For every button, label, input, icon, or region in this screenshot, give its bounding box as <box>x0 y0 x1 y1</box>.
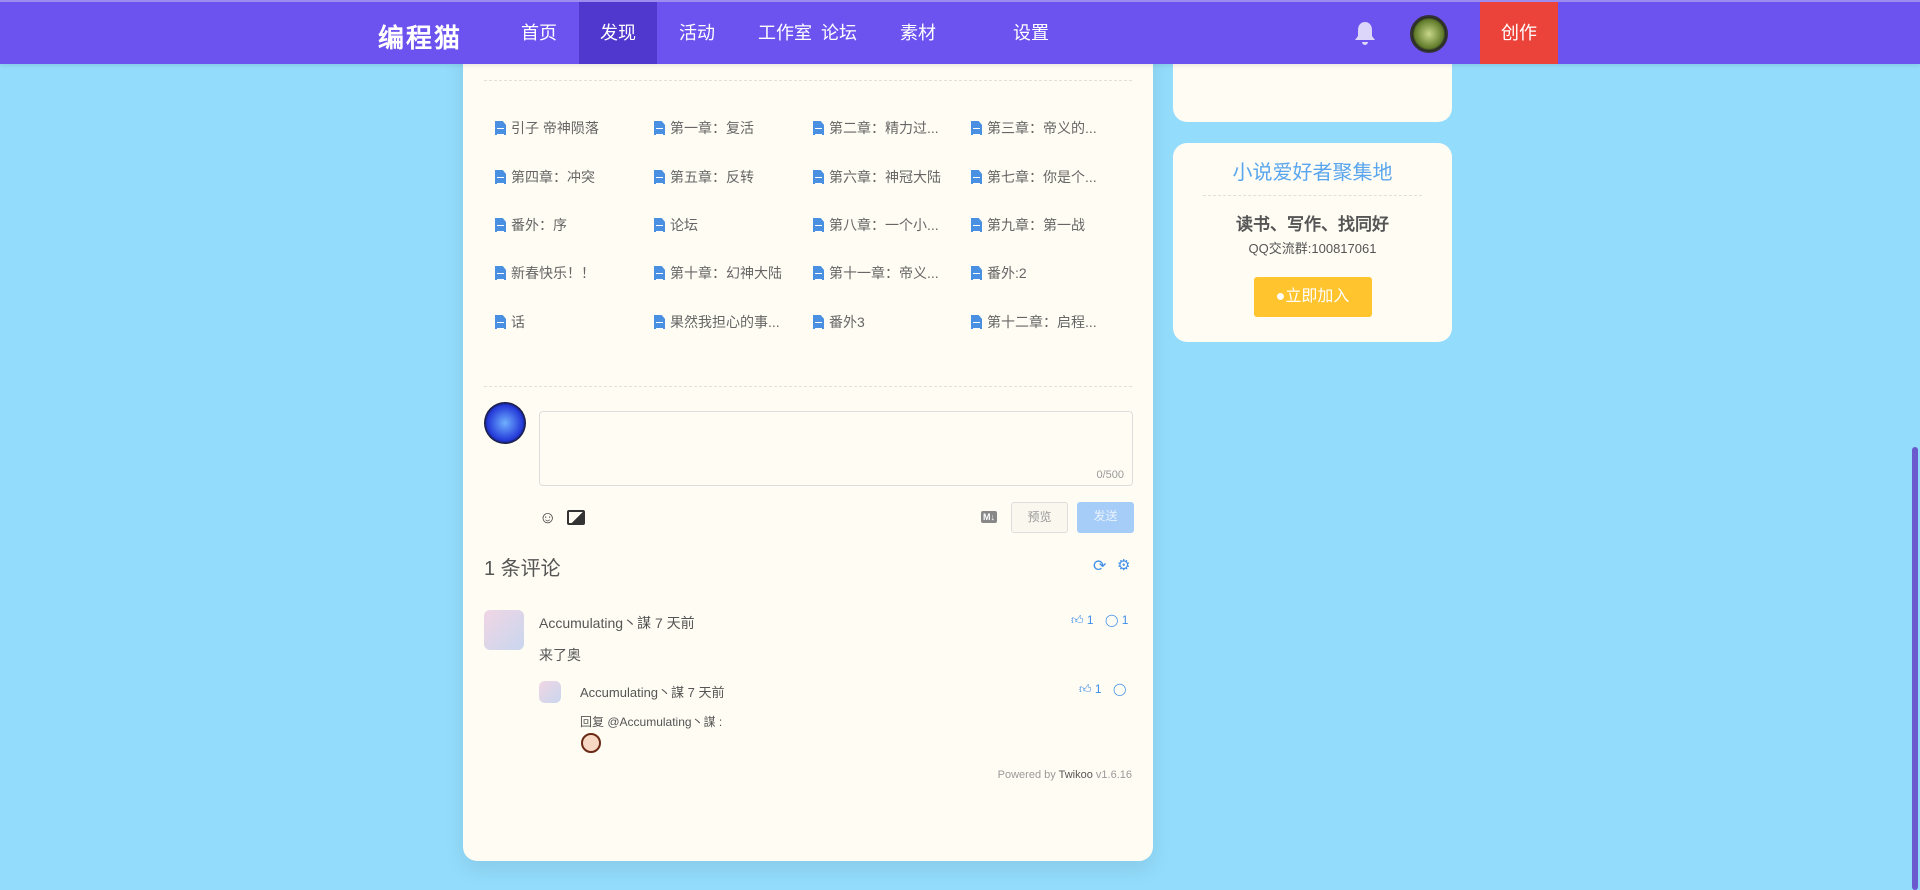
chapter-link[interactable]: 果然我担心的事... <box>654 312 780 332</box>
thumbs-up-icon: 👍︎ <box>1079 682 1092 696</box>
document-icon <box>971 266 982 280</box>
char-counter: 0/500 <box>1096 469 1124 481</box>
chapter-link[interactable]: 番外3 <box>813 312 865 332</box>
chapter-link[interactable]: 新春快乐！！ <box>495 263 595 283</box>
chapter-link[interactable]: 第三章：帝义的... <box>971 118 1097 138</box>
reply-author[interactable]: Accumulating丶謀 <box>580 685 684 700</box>
comment-input[interactable]: 0/500 <box>539 411 1133 486</box>
document-icon <box>654 218 665 232</box>
join-button[interactable]: ●立即加入 <box>1253 277 1372 317</box>
chapter-link[interactable]: 引子 帝神陨落 <box>495 118 599 138</box>
reply-like-button[interactable]: 👍︎ 1 <box>1079 682 1102 697</box>
chapter-link[interactable]: 第八章：一个小... <box>813 215 939 235</box>
user-avatar[interactable] <box>1410 15 1448 53</box>
twikoo-link[interactable]: Twikoo <box>1059 769 1093 781</box>
document-icon <box>654 315 665 329</box>
chat-bubble-icon[interactable]: ◯ <box>1113 682 1126 696</box>
bell-icon[interactable] <box>1354 20 1376 46</box>
emoji-sticker-icon <box>581 733 601 753</box>
commenter-avatar[interactable] <box>484 610 524 650</box>
powered-by: Powered by Twikoo v1.6.16 <box>997 769 1132 781</box>
chapter-link[interactable]: 第六章：神冠大陆 <box>813 167 941 187</box>
comment-count: 1 条评论 <box>484 558 561 580</box>
comment-time: 7 天前 <box>654 615 695 631</box>
scrollbar[interactable] <box>1912 447 1918 890</box>
document-icon <box>813 121 824 135</box>
chapter-link[interactable]: 第二章：精力过... <box>813 118 939 138</box>
document-icon <box>495 266 506 280</box>
document-icon <box>971 218 982 232</box>
create-button[interactable]: 创作 <box>1480 2 1558 64</box>
preview-button[interactable]: 预览 <box>1011 502 1068 533</box>
document-icon <box>813 170 824 184</box>
nav-discover[interactable]: 发现 <box>579 2 657 64</box>
document-icon <box>495 170 506 184</box>
reply-content: 回复 @Accumulating丶謀 : <box>580 715 723 729</box>
document-icon <box>971 315 982 329</box>
comment-content: 来了奥 <box>539 647 581 663</box>
reply-count: 1 <box>1121 613 1129 627</box>
novel-card: 引子 帝神陨落 第一章：复活 第二章：精力过... 第三章：帝义的... 第四章：冲突第… <box>463 0 1153 861</box>
qq-icon: ● <box>1275 288 1286 305</box>
group-slogan: 读书、写作、找同好 <box>1236 215 1389 234</box>
like-button[interactable]: 👍︎ 1 <box>1071 613 1094 628</box>
group-title: 小说爱好者聚集地 <box>1232 162 1393 184</box>
document-icon <box>813 315 824 329</box>
document-icon <box>813 266 824 280</box>
send-button[interactable]: 发送 <box>1077 502 1134 533</box>
document-icon <box>654 266 665 280</box>
document-icon <box>495 218 506 232</box>
nav-materials[interactable]: 素材 <box>879 2 957 64</box>
document-icon <box>495 121 506 135</box>
chapter-link[interactable]: 第九章：第一战 <box>971 215 1085 235</box>
like-count: 1 <box>1094 682 1102 696</box>
nav-forum[interactable]: 论坛 <box>800 2 878 64</box>
document-icon <box>654 170 665 184</box>
current-user-avatar[interactable] <box>484 402 526 444</box>
group-card: 小说爱好者聚集地 读书、写作、找同好 QQ交流群:100817061 ●立即加入 <box>1173 143 1452 342</box>
chapter-link[interactable]: 第七章：你是个... <box>971 167 1097 187</box>
like-count: 1 <box>1086 613 1094 627</box>
chapter-link[interactable]: 番外：序 <box>495 215 567 235</box>
divider <box>484 80 1132 81</box>
chapter-link[interactable]: 论坛 <box>654 215 698 235</box>
document-icon <box>971 121 982 135</box>
thumbs-up-icon: 👍︎ <box>1071 613 1084 627</box>
reply-avatar[interactable] <box>539 681 561 703</box>
qq-group: QQ交流群:100817061 <box>1248 241 1377 256</box>
chapter-link[interactable]: 第一章：复活 <box>654 118 754 138</box>
settings-icon[interactable]: ⚙ <box>1117 556 1130 574</box>
document-icon <box>813 218 824 232</box>
document-icon <box>495 315 506 329</box>
reply-button[interactable]: ◯ 1 <box>1105 613 1128 627</box>
markdown-icon[interactable]: M↓ <box>981 511 997 523</box>
refresh-icon[interactable]: ⟳ <box>1093 556 1106 576</box>
chapter-link[interactable]: 第十章：幻神大陆 <box>654 263 782 283</box>
divider <box>484 386 1132 387</box>
chat-bubble-icon: ◯ <box>1105 613 1119 627</box>
chapter-link[interactable]: 第十一章：帝义... <box>813 263 939 283</box>
top-nav: 编程猫 首页 发现 活动 工作室 论坛 素材 设置 创作 <box>0 0 1920 64</box>
comment-author[interactable]: Accumulating丶謀 <box>539 615 651 631</box>
image-upload-icon[interactable] <box>567 510 585 525</box>
logo[interactable]: 编程猫 <box>378 18 462 55</box>
nav-activity[interactable]: 活动 <box>658 2 736 64</box>
reply-time: 7 天前 <box>687 685 725 700</box>
nav-home[interactable]: 首页 <box>500 2 578 64</box>
chapter-link[interactable]: 第五章：反转 <box>654 167 754 187</box>
chapter-link[interactable]: 番外:2 <box>971 263 1027 283</box>
chapter-link[interactable]: 第四章：冲突 <box>495 167 595 187</box>
document-icon <box>971 170 982 184</box>
chapter-link[interactable]: 第十二章：启程... <box>971 312 1097 332</box>
emoji-icon[interactable]: ☺ <box>539 508 556 528</box>
nav-settings[interactable]: 设置 <box>992 2 1070 64</box>
chapter-link[interactable]: 话 <box>495 312 525 332</box>
document-icon <box>654 121 665 135</box>
